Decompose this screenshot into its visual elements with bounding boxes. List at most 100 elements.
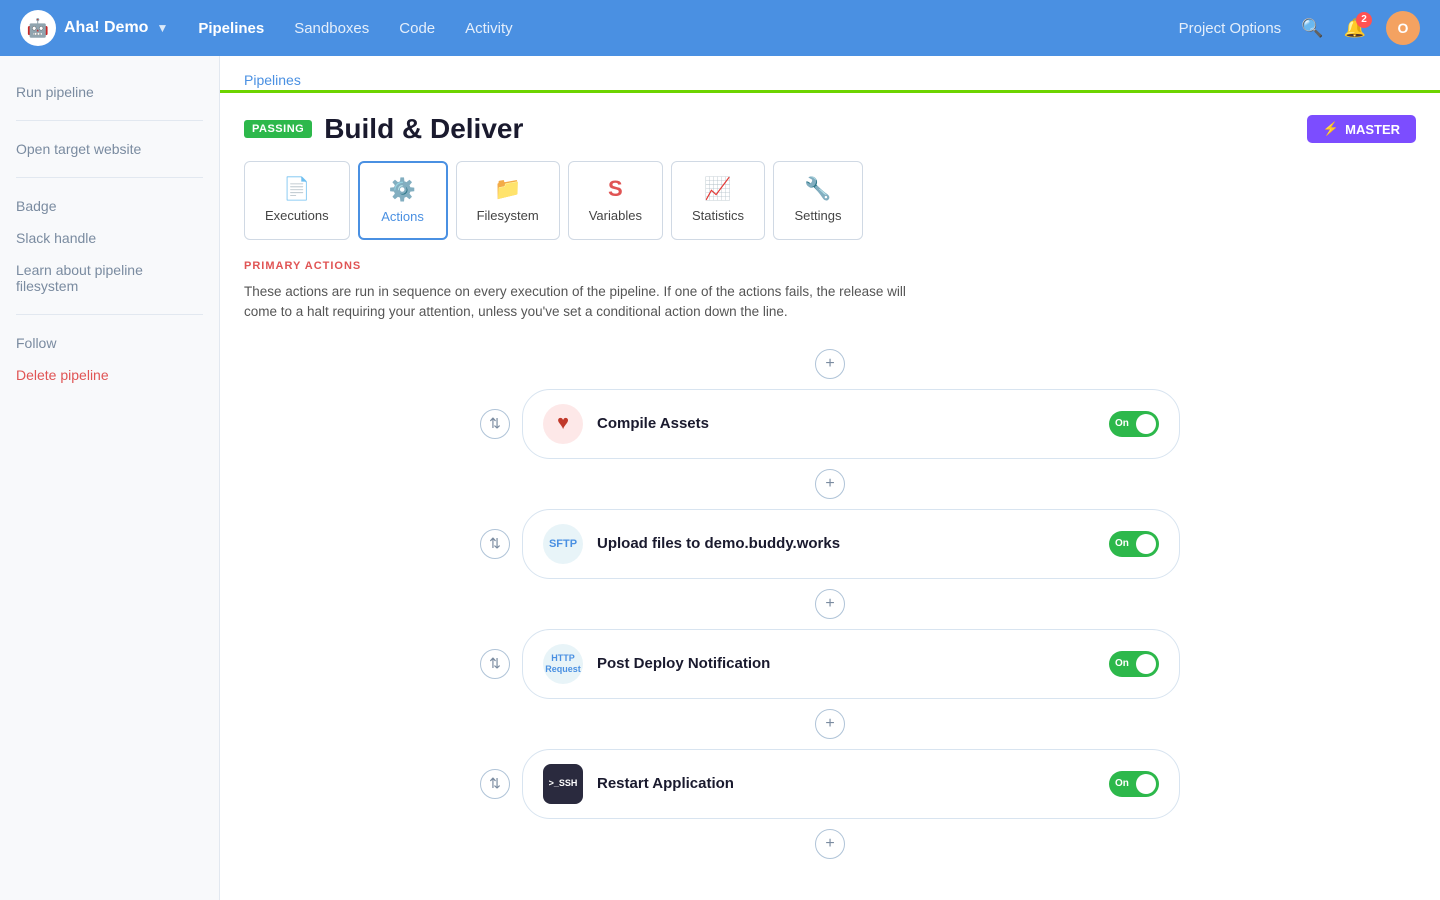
toggle-ssh[interactable]: On [1109, 771, 1159, 797]
sidebar-slack-handle[interactable]: Slack handle [16, 226, 203, 250]
sidebar-follow[interactable]: Follow [16, 331, 203, 355]
action-name-http: Post Deploy Notification [597, 655, 1095, 672]
drag-handle-1[interactable]: ⇅ [480, 409, 510, 439]
action-card-ssh[interactable]: >_SSH Restart Application On [522, 749, 1180, 819]
tab-statistics[interactable]: 📈 Statistics [671, 161, 765, 240]
actions-icon: ⚙️ [389, 177, 416, 203]
tabs-container: 📄 Executions ⚙️ Actions 📁 Filesystem S V… [220, 161, 1440, 260]
toggle-http-knob [1136, 654, 1156, 674]
action-name-sftp: Upload files to demo.buddy.works [597, 535, 1095, 552]
toggle-compile-assets[interactable]: On [1109, 411, 1159, 437]
settings-icon: 🔧 [804, 176, 831, 202]
toggle-sftp[interactable]: On [1109, 531, 1159, 557]
toggle-ssh-knob [1136, 774, 1156, 794]
ssh-icon: >_SSH [543, 764, 583, 804]
primary-actions-desc: These actions are run in sequence on eve… [220, 282, 940, 343]
sidebar-badge[interactable]: Badge [16, 194, 203, 218]
tab-settings-label: Settings [794, 208, 841, 223]
nav-logo[interactable]: 🤖 Aha! Demo ▼ [20, 10, 168, 46]
toggle-sftp-knob [1136, 534, 1156, 554]
action-card-http[interactable]: HTTPRequest Post Deploy Notification On [522, 629, 1180, 699]
executions-icon: 📄 [283, 176, 310, 202]
add-between-2-3: + [815, 589, 845, 619]
add-action-button-2[interactable]: + [815, 589, 845, 619]
add-action-button-3[interactable]: + [815, 709, 845, 739]
add-before-first: + [815, 349, 845, 379]
table-row: ⇅ >_SSH Restart Application On [480, 749, 1180, 819]
master-label: MASTER [1345, 122, 1400, 137]
main-content: Pipelines PASSING Build & Deliver ⚡ MAST… [220, 56, 1440, 900]
user-avatar[interactable]: O [1386, 11, 1420, 45]
toggle-http[interactable]: On [1109, 651, 1159, 677]
action-name-compile-assets: Compile Assets [597, 415, 1095, 432]
sidebar-delete-pipeline[interactable]: Delete pipeline [16, 363, 203, 387]
tab-statistics-label: Statistics [692, 208, 744, 223]
main-layout: Run pipeline Open target website Badge S… [0, 56, 1440, 900]
table-row: ⇅ HTTPRequest Post Deploy Notification O… [480, 629, 1180, 699]
nav-links: Pipelines Sandboxes Code Activity [198, 20, 1148, 37]
table-row: ⇅ SFTP Upload files to demo.buddy.works … [480, 509, 1180, 579]
actions-list: + ⇅ ♥ Compile Assets On + [220, 343, 1440, 865]
tab-filesystem[interactable]: 📁 Filesystem [456, 161, 560, 240]
action-card-compile-assets[interactable]: ♥ Compile Assets On [522, 389, 1180, 459]
search-icon[interactable]: 🔍 [1301, 18, 1323, 39]
sidebar-open-target-website[interactable]: Open target website [16, 137, 203, 161]
nav-right: Project Options 🔍 🔔 2 O [1179, 11, 1420, 45]
filesystem-icon: 📁 [494, 176, 521, 202]
passing-badge: PASSING [244, 120, 312, 138]
add-action-button-top[interactable]: + [815, 349, 845, 379]
sftp-icon: SFTP [543, 524, 583, 564]
sidebar-divider-2 [16, 177, 203, 178]
statistics-icon: 📈 [704, 176, 731, 202]
action-card-sftp[interactable]: SFTP Upload files to demo.buddy.works On [522, 509, 1180, 579]
table-row: ⇅ ♥ Compile Assets On [480, 389, 1180, 459]
add-after-last: + [815, 829, 845, 859]
toggle-ssh-label: On [1115, 778, 1129, 789]
logo-icon: 🤖 [20, 10, 56, 46]
drag-handle-4[interactable]: ⇅ [480, 769, 510, 799]
breadcrumb-bar: Pipelines [220, 56, 1440, 93]
master-icon: ⚡ [1323, 121, 1339, 137]
drag-handle-3[interactable]: ⇅ [480, 649, 510, 679]
drag-handle-2[interactable]: ⇅ [480, 529, 510, 559]
nav-pipelines[interactable]: Pipelines [198, 20, 264, 37]
pipeline-title: Build & Deliver [324, 113, 523, 145]
add-action-button-bottom[interactable]: + [815, 829, 845, 859]
toggle-http-label: On [1115, 658, 1129, 669]
add-between-3-4: + [815, 709, 845, 739]
project-options-link[interactable]: Project Options [1179, 20, 1282, 37]
pipeline-title-wrap: PASSING Build & Deliver [244, 113, 523, 145]
tab-variables[interactable]: S Variables [568, 161, 663, 240]
add-action-button-1[interactable]: + [815, 469, 845, 499]
tab-variables-label: Variables [589, 208, 642, 223]
tab-actions[interactable]: ⚙️ Actions [358, 161, 448, 240]
add-between-1-2: + [815, 469, 845, 499]
logo-text: Aha! Demo [64, 19, 148, 37]
toggle-compile-assets-label: On [1115, 418, 1129, 429]
nav-activity[interactable]: Activity [465, 20, 513, 37]
sidebar: Run pipeline Open target website Badge S… [0, 56, 220, 900]
notification-badge: 2 [1356, 12, 1372, 28]
primary-actions-label: PRIMARY ACTIONS [220, 260, 1440, 282]
master-badge[interactable]: ⚡ MASTER [1307, 115, 1416, 143]
http-icon: HTTPRequest [543, 644, 583, 684]
nav-dropdown-icon[interactable]: ▼ [156, 21, 168, 35]
top-nav: 🤖 Aha! Demo ▼ Pipelines Sandboxes Code A… [0, 0, 1440, 56]
sidebar-run-pipeline[interactable]: Run pipeline [16, 80, 203, 104]
sidebar-divider-3 [16, 314, 203, 315]
compile-assets-icon: ♥ [543, 404, 583, 444]
sidebar-divider-1 [16, 120, 203, 121]
sidebar-learn-filesystem[interactable]: Learn about pipeline filesystem [16, 258, 203, 298]
nav-sandboxes[interactable]: Sandboxes [294, 20, 369, 37]
pipeline-header: PASSING Build & Deliver ⚡ MASTER [220, 93, 1440, 161]
tab-settings[interactable]: 🔧 Settings [773, 161, 863, 240]
toggle-sftp-label: On [1115, 538, 1129, 549]
nav-code[interactable]: Code [399, 20, 435, 37]
tab-executions[interactable]: 📄 Executions [244, 161, 350, 240]
action-name-ssh: Restart Application [597, 775, 1095, 792]
notifications-icon[interactable]: 🔔 2 [1344, 18, 1366, 39]
variables-icon: S [608, 176, 623, 202]
tab-executions-label: Executions [265, 208, 329, 223]
breadcrumb[interactable]: Pipelines [244, 72, 301, 88]
toggle-compile-assets-knob [1136, 414, 1156, 434]
